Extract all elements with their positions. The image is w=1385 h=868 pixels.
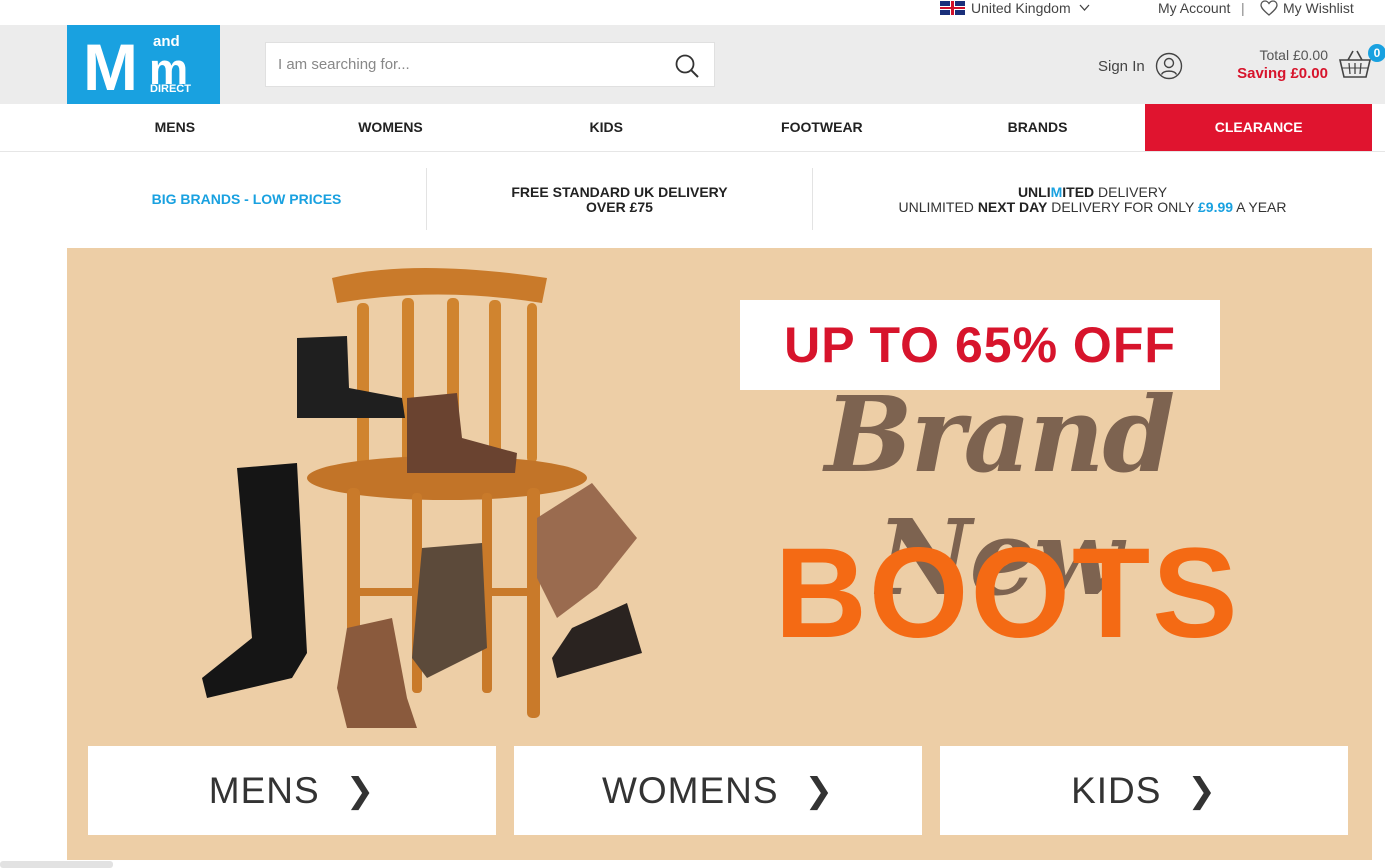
- chevron-right-icon: ❯: [1187, 770, 1217, 811]
- usp-free-delivery-line2: OVER £75: [586, 199, 653, 215]
- usp-bar: BIG BRANDS - LOW PRICES FREE STANDARD UK…: [67, 168, 1372, 230]
- nav-item-footwear[interactable]: FOOTWEAR: [714, 104, 930, 151]
- search-input[interactable]: [266, 43, 656, 86]
- my-wishlist-link[interactable]: My Wishlist: [1260, 0, 1354, 16]
- banner-button-womens[interactable]: WOMENS ❯: [514, 746, 922, 835]
- nav-item-clearance[interactable]: CLEARANCE: [1145, 104, 1373, 151]
- banner-button-label: WOMENS: [601, 769, 779, 811]
- wishlist-label: My Wishlist: [1283, 0, 1354, 16]
- nav-item-mens[interactable]: MENS: [67, 104, 283, 151]
- banner-button-mens[interactable]: MENS ❯: [88, 746, 496, 835]
- sign-in-label: Sign In: [1098, 57, 1145, 75]
- basket-saving: Saving £0.00: [1237, 65, 1328, 82]
- logo-big-m: M: [83, 30, 138, 104]
- nav-item-kids[interactable]: KIDS: [498, 104, 714, 151]
- unlimited-heading: UNLIMITED DELIVERY: [1017, 184, 1168, 200]
- nav-item-brands[interactable]: BRANDS: [930, 104, 1146, 151]
- user-icon: [1155, 52, 1182, 80]
- basket-total: Total £0.00: [1259, 47, 1329, 63]
- utility-bar: United Kingdom My Account | My Wishlist: [0, 0, 1385, 25]
- chevron-right-icon: ❯: [804, 770, 835, 811]
- search-box: [265, 42, 715, 87]
- separator: |: [1241, 0, 1245, 16]
- chair-with-boots-image: [202, 268, 642, 728]
- banner-button-label: KIDS: [1071, 769, 1162, 811]
- usp-big-brands[interactable]: BIG BRANDS - LOW PRICES: [67, 168, 426, 230]
- usp-free-delivery[interactable]: FREE STANDARD UK DELIVERY OVER £75: [427, 185, 812, 215]
- my-account-link[interactable]: My Account: [1158, 0, 1230, 16]
- basket-totals[interactable]: Total £0.00 Saving £0.00: [1220, 47, 1328, 82]
- basket-icon[interactable]: [1338, 49, 1372, 79]
- usp-unlimited-delivery[interactable]: UNLIMITED DELIVERY UNLIMITED NEXT DAY DE…: [813, 185, 1372, 215]
- site-header: M and m DIRECT Sign In Total £0.00 Savin…: [0, 25, 1385, 104]
- chevron-right-icon: ❯: [345, 770, 376, 811]
- sign-in-link[interactable]: Sign In: [1098, 52, 1183, 80]
- boots-headline: BOOTS: [774, 522, 1240, 665]
- nav-item-womens[interactable]: WOMENS: [283, 104, 499, 151]
- heart-icon: [1260, 0, 1278, 16]
- horizontal-scrollbar[interactable]: [0, 861, 113, 868]
- country-label: United Kingdom: [971, 0, 1071, 16]
- main-nav: MENS WOMENS KIDS FOOTWEAR BRANDS CLEARAN…: [67, 104, 1373, 151]
- nav-divider: [0, 151, 1385, 152]
- search-icon[interactable]: [674, 53, 700, 79]
- usp-free-delivery-line1: FREE STANDARD UK DELIVERY: [511, 184, 728, 200]
- banner-button-label: MENS: [208, 769, 320, 811]
- country-selector[interactable]: United Kingdom: [940, 0, 1090, 16]
- uk-flag-icon: [940, 1, 965, 15]
- basket-count-badge: 0: [1368, 44, 1385, 62]
- logo-direct: DIRECT: [150, 83, 191, 95]
- chevron-down-icon: [1079, 4, 1090, 11]
- unlimited-detail: UNLIMITED NEXT DAY DELIVERY FOR ONLY £9.…: [898, 199, 1287, 215]
- site-logo[interactable]: M and m DIRECT: [67, 25, 220, 104]
- banner-button-kids[interactable]: KIDS ❯: [940, 746, 1348, 835]
- hero-banner[interactable]: UP TO 65% OFF Brand New BOOTS MENS ❯ WOM…: [67, 248, 1372, 860]
